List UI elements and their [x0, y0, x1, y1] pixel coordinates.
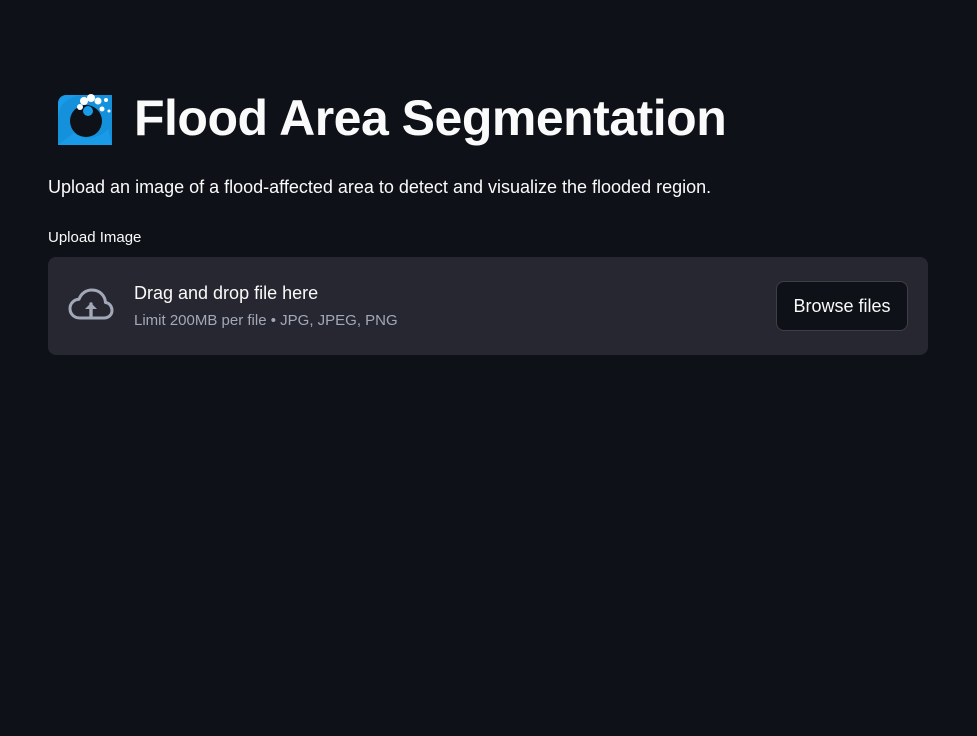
title-row: Flood Area Segmentation	[56, 88, 727, 148]
page-title: Flood Area Segmentation	[134, 90, 727, 146]
drop-instruction: Drag and drop file here	[134, 283, 319, 303]
upload-image-label: Upload Image	[48, 229, 142, 246]
water-wave-icon	[56, 89, 114, 147]
browse-files-button[interactable]: Browse files	[776, 281, 908, 331]
cloud-upload-icon	[68, 287, 114, 325]
page-description: Upload an image of a flood-affected area…	[48, 177, 712, 197]
file-limit-text: Limit 200MB per file • JPG, JPEG, PNG	[134, 312, 398, 329]
file-dropzone[interactable]: Drag and drop file here Limit 200MB per …	[48, 257, 928, 355]
app-page: Flood Area Segmentation Upload an image …	[0, 0, 977, 736]
dropzone-text: Drag and drop file here Limit 200MB per …	[134, 281, 398, 331]
